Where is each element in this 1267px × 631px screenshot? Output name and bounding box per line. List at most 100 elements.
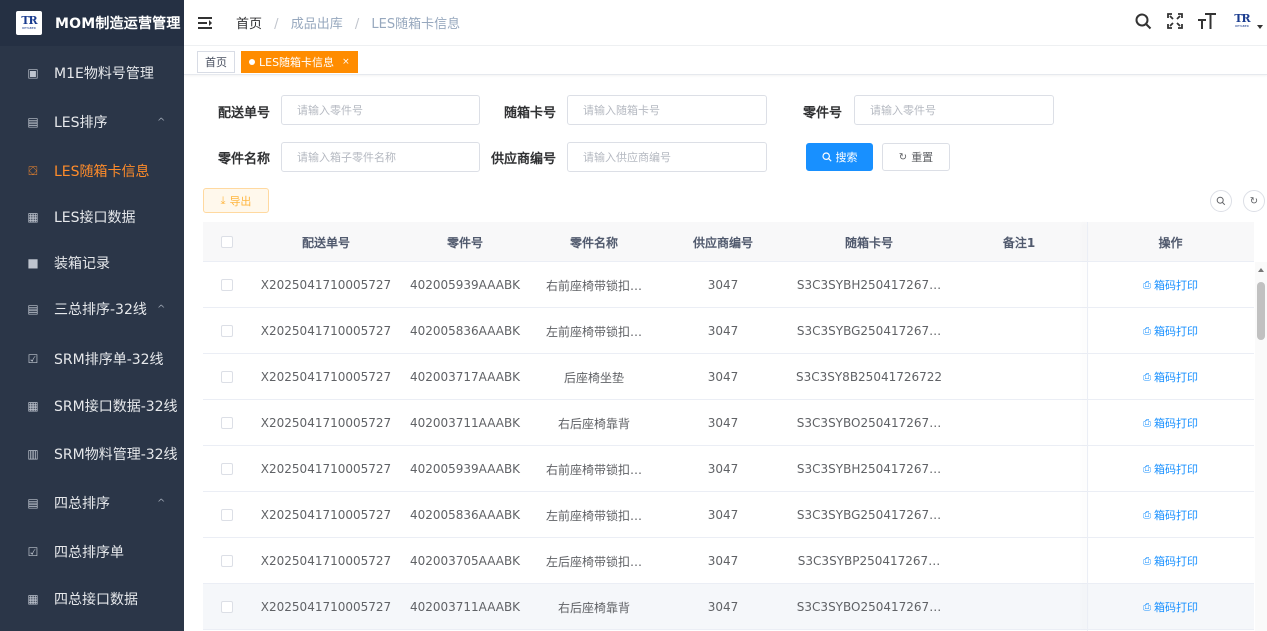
cell-supplier-no: 3047 xyxy=(707,324,739,338)
sidebar-item[interactable]: ▦ SRM接口数据-32线 xyxy=(0,383,184,429)
sidebar-item[interactable]: ⛋ LES随箱卡信息 xyxy=(0,148,184,194)
export-button[interactable]: ⤓ 导出 xyxy=(203,188,269,213)
scroll-up-icon[interactable] xyxy=(1258,268,1264,272)
table-row[interactable]: X2025041710005727 402003711AAABK 右后座椅靠背 304… xyxy=(203,400,1254,446)
row-checkbox[interactable] xyxy=(221,601,233,613)
search-button[interactable]: 搜索 xyxy=(806,143,873,171)
chevron-down-icon[interactable] xyxy=(1257,25,1263,29)
row-checkbox[interactable] xyxy=(221,279,233,291)
cell-actions: ⎙ 箱码打印 xyxy=(1087,538,1254,584)
print-box-code-button[interactable]: ⎙ 箱码打印 xyxy=(1143,415,1198,431)
row-checkbox[interactable] xyxy=(221,509,233,521)
chevron-up-icon[interactable]: ^ xyxy=(157,498,165,509)
sidebar-item[interactable]: ▤ 三总排序-32线 ^ xyxy=(0,286,184,332)
card-no-input[interactable]: 请输入随箱卡号 xyxy=(567,95,767,125)
hamburger-icon[interactable] xyxy=(198,16,212,29)
print-box-code-button[interactable]: ⎙ 箱码打印 xyxy=(1143,553,1198,569)
table-row[interactable]: X2025041710005727 402003705AAABK 左后座椅带锁扣… 3… xyxy=(203,538,1254,584)
refresh-button[interactable]: ↻ xyxy=(1243,190,1265,212)
row-checkbox[interactable] xyxy=(221,371,233,383)
sidebar-item[interactable]: ▥ SRM物料管理-32线 xyxy=(0,431,184,477)
sidebar-item-label: SRM物料管理-32线 xyxy=(54,447,178,463)
cell-supplier-no: 3047 xyxy=(707,600,739,614)
table-row[interactable]: X2025041710005727 402005939AAABK 右前座椅带锁扣… 3… xyxy=(203,446,1254,492)
brand-title: MOM制造运营管理 xyxy=(55,16,181,32)
breadcrumb-home[interactable]: 首页 xyxy=(236,17,262,32)
delivery-no-input[interactable]: 请输入零件号 xyxy=(281,95,480,125)
sidebar-item-label: 四总排序单 xyxy=(54,545,124,561)
breadcrumb-current: LES随箱卡信息 xyxy=(371,17,461,32)
sidebar-item[interactable]: ▦ 四总接口数据 xyxy=(0,576,184,622)
sidebar-item[interactable]: ▤ LES排序 ^ xyxy=(0,99,184,145)
table-row[interactable]: X2025041710005727 402003717AAABK 后座椅坐垫 3047… xyxy=(203,354,1254,400)
fixed-column-divider xyxy=(1087,222,1088,631)
print-box-code-button[interactable]: ⎙ 箱码打印 xyxy=(1143,507,1198,523)
cell-delivery-no: X2025041710005727 xyxy=(260,554,392,568)
col-card-no: 随箱卡号 xyxy=(844,235,893,250)
print-box-code-button[interactable]: ⎙ 箱码打印 xyxy=(1143,323,1198,339)
part-no-placeholder: 请输入零件号 xyxy=(870,104,936,117)
reset-button[interactable]: ↻ 重置 xyxy=(882,143,950,171)
sidebar-item[interactable]: ▤ 四总排序 ^ xyxy=(0,480,184,526)
download-icon: ⤓ xyxy=(220,193,226,207)
row-select-cell xyxy=(203,354,251,400)
table-row[interactable]: X2025041710005727 402003711AAABK 右后座椅靠背 304… xyxy=(203,584,1254,630)
cell-actions: ⎙ 箱码打印 xyxy=(1087,492,1254,538)
select-all-checkbox[interactable] xyxy=(221,236,233,248)
row-checkbox[interactable] xyxy=(221,463,233,475)
row-checkbox[interactable] xyxy=(221,325,233,337)
cell-supplier-no: 3047 xyxy=(707,462,739,476)
print-box-code-button[interactable]: ⎙ 箱码打印 xyxy=(1143,461,1198,477)
user-avatar[interactable]: TR RETABER xyxy=(1229,10,1255,32)
row-checkbox[interactable] xyxy=(221,555,233,567)
scrollbar-thumb[interactable] xyxy=(1257,282,1265,340)
part-no-input[interactable]: 请输入零件号 xyxy=(854,95,1054,125)
row-select-cell xyxy=(203,584,251,630)
search-icon xyxy=(1216,196,1226,206)
vertical-scrollbar[interactable] xyxy=(1255,262,1267,631)
table-row[interactable]: X2025041710005727 402005836AAABK 左前座椅带锁扣… 3… xyxy=(203,308,1254,354)
sidebar-item[interactable]: ▣ M1E物料号管理 xyxy=(0,50,184,96)
supplier-no-input[interactable]: 请输入供应商编号 xyxy=(567,142,767,172)
printer-icon: ⎙ xyxy=(1143,371,1151,383)
sidebar-item[interactable]: ■ 装箱记录 xyxy=(0,240,184,286)
sidebar-item-label: LES随箱卡信息 xyxy=(54,164,150,180)
sidebar-item-label: SRM接口数据-32线 xyxy=(54,399,178,415)
cell-supplier-no: 3047 xyxy=(707,370,739,384)
chevron-up-icon[interactable]: ^ xyxy=(157,304,165,315)
cell-part-no: 402003717AAABK xyxy=(409,370,521,384)
list-icon: ▤ xyxy=(27,496,39,510)
col-supplier-no: 供应商编号 xyxy=(692,235,753,250)
calendar-icon: ▥ xyxy=(27,447,39,461)
row-select-cell xyxy=(203,400,251,446)
cell-supplier-no: 3047 xyxy=(707,416,739,430)
toggle-search-button[interactable] xyxy=(1210,190,1232,212)
search-icon[interactable] xyxy=(1133,11,1153,31)
cell-part-no: 402005939AAABK xyxy=(409,278,521,292)
chevron-up-icon[interactable]: ^ xyxy=(157,117,165,128)
reset-button-label: 重置 xyxy=(911,151,934,164)
close-icon[interactable]: × xyxy=(342,57,350,67)
avatar-logo-subtext: RETABER xyxy=(1235,24,1249,28)
tag-home[interactable]: 首页 xyxy=(197,51,235,73)
font-size-icon[interactable] xyxy=(1197,11,1217,31)
print-box-code-button[interactable]: ⎙ 箱码打印 xyxy=(1143,599,1198,615)
sidebar-item-label: SRM排序单-32线 xyxy=(54,352,164,368)
printer-icon: ⎙ xyxy=(1143,463,1151,475)
print-box-code-button[interactable]: ⎙ 箱码打印 xyxy=(1143,277,1198,293)
cell-actions: ⎙ 箱码打印 xyxy=(1087,262,1254,308)
table-row[interactable]: X2025041710005727 402005836AAABK 左前座椅带锁扣… 3… xyxy=(203,492,1254,538)
part-no-label: 零件号 xyxy=(802,106,842,121)
cell-part-no: 402005939AAABK xyxy=(409,462,521,476)
sidebar-item[interactable]: ▦ LES接口数据 xyxy=(0,194,184,240)
fullscreen-icon[interactable] xyxy=(1165,11,1185,31)
print-box-code-button[interactable]: ⎙ 箱码打印 xyxy=(1143,369,1198,385)
tags-view: 首页 LES随箱卡信息 × xyxy=(184,46,1267,75)
printer-icon: ⎙ xyxy=(1143,601,1151,613)
table-row[interactable]: X2025041710005727 402005939AAABK 右前座椅带锁扣… 3… xyxy=(203,262,1254,308)
sidebar-item[interactable]: ☑ SRM排序单-32线 xyxy=(0,336,184,382)
tag-les-card[interactable]: LES随箱卡信息 × xyxy=(241,51,358,73)
row-checkbox[interactable] xyxy=(221,417,233,429)
sidebar-item[interactable]: ☑ 四总排序单 xyxy=(0,529,184,575)
part-name-input[interactable]: 请输入箱子零件名称 xyxy=(281,142,480,172)
